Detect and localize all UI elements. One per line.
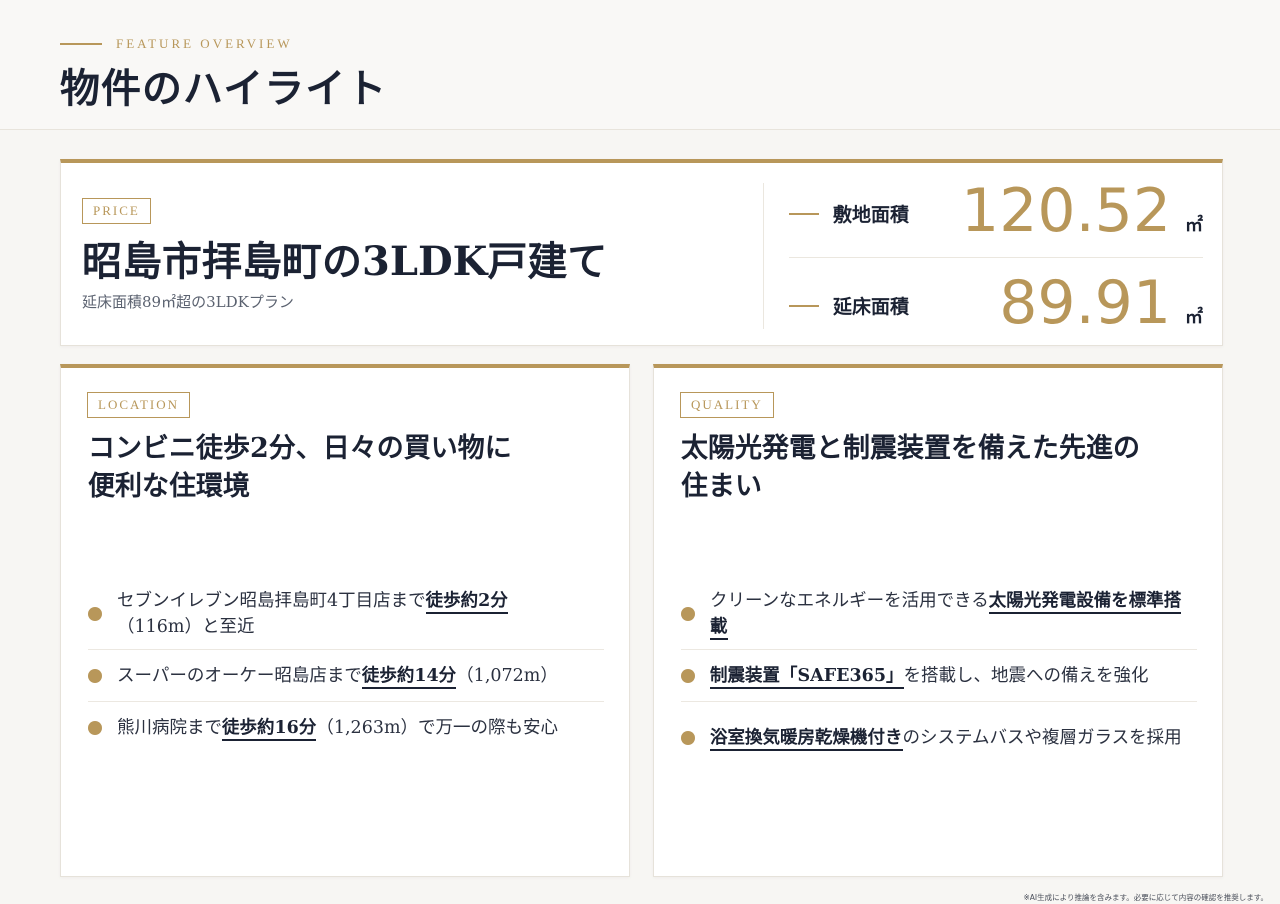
text-highlight: 制震装置「SAFE365」 — [710, 665, 904, 689]
text-post: を搭載し、地震への備えを強化 — [903, 665, 1149, 686]
list-item-text: 制震装置「SAFE365」を搭載し、地震への備えを強化 — [710, 663, 1149, 689]
page-header: FEATURE OVERVIEW 物件のハイライト — [0, 0, 1280, 130]
list-item: スーパーのオーケー昭島店まで徒歩約14分（1,072m） — [88, 650, 604, 702]
stat-site-area: 敷地面積 120.52 ㎡ — [789, 179, 1203, 253]
bullet-icon — [681, 668, 695, 683]
stat-dash — [789, 213, 819, 215]
price-card: PRICE 昭島市拝島町の3LDK戸建て 延床面積89㎡超の3LDKプラン 敷地… — [60, 159, 1223, 346]
bullet-icon — [88, 668, 102, 683]
list-item: セブンイレブン昭島拝島町4丁目店まで徒歩約2分 （116m）と至近 — [88, 578, 604, 650]
price-tag: PRICE — [82, 198, 151, 224]
eyebrow-rule — [60, 43, 102, 45]
text-highlight: 徒歩約14分 — [361, 665, 457, 689]
list-item-text: 熊川病院まで徒歩約16分（1,263m）で万一の際も安心 — [117, 715, 558, 741]
quality-card: QUALITY 太陽光発電と制震装置を備えた先進の 住まい クリーンなエネルギー… — [653, 364, 1223, 877]
stat-value: 89.91 — [999, 268, 1171, 338]
price-subtitle: 延床面積89㎡超の3LDKプラン — [82, 293, 294, 311]
stat-label: 延床面積 — [833, 296, 910, 318]
location-heading-line1: コンビニ徒歩2分、日々の買い物に — [88, 433, 512, 464]
list-item: 熊川病院まで徒歩約16分（1,263m）で万一の際も安心 — [88, 702, 604, 754]
list-item-text: クリーンなエネルギーを活用できる太陽光発電設備を標準搭載 — [710, 588, 1197, 640]
stat-unit: ㎡ — [1185, 215, 1203, 236]
bullet-icon — [88, 606, 102, 621]
stat-floor-area: 延床面積 89.91 ㎡ — [789, 271, 1203, 345]
text-post: のシステムバスや複層ガラスを採用 — [902, 728, 1182, 748]
location-card: LOCATION コンビニ徒歩2分、日々の買い物に 便利な住環境 セブンイレブン… — [60, 364, 630, 877]
text-post: （1,263m）で万一の際も安心 — [316, 718, 559, 738]
list-item-text: 浴室換気暖房乾燥機付きのシステムバスや複層ガラスを採用 — [710, 725, 1182, 751]
stat-unit: ㎡ — [1185, 307, 1203, 328]
list-item-text: スーパーのオーケー昭島店まで徒歩約14分（1,072m） — [117, 663, 558, 689]
text-pre: スーパーのオーケー昭島店まで — [117, 665, 362, 686]
list-item: 制震装置「SAFE365」を搭載し、地震への備えを強化 — [681, 650, 1197, 702]
stat-value: 120.52 — [961, 176, 1171, 246]
list-item: クリーンなエネルギーを活用できる太陽光発電設備を標準搭載 — [681, 578, 1197, 650]
bullet-icon — [681, 606, 695, 621]
disclaimer: ※AI生成により推論を含みます。必要に応じて内容の確認を推奨します。 — [1023, 893, 1268, 902]
stat-separator — [789, 257, 1203, 258]
text-highlight: 浴室換気暖房乾燥機付き — [710, 728, 903, 751]
text-post: （1,072m） — [456, 665, 558, 686]
location-tag: LOCATION — [87, 392, 190, 418]
eyebrow-text: FEATURE OVERVIEW — [116, 36, 293, 51]
page-title: 物件のハイライト — [60, 65, 388, 112]
text-highlight: 徒歩約16分 — [222, 718, 317, 741]
text-post: （116m）と至近 — [117, 616, 255, 637]
text-highlight: 徒歩約2分 — [425, 590, 508, 614]
quality-list: クリーンなエネルギーを活用できる太陽光発電設備を標準搭載 制震装置「SAFE36… — [681, 578, 1197, 774]
text-pre: クリーンなエネルギーを活用できる — [710, 590, 989, 611]
eyebrow: FEATURE OVERVIEW — [60, 36, 293, 52]
text-pre: 熊川病院まで — [117, 718, 222, 738]
text-pre: セブンイレブン昭島拝島町4丁目店まで — [117, 590, 426, 611]
list-item-text: セブンイレブン昭島拝島町4丁目店まで徒歩約2分 （116m）と至近 — [117, 588, 508, 640]
location-list: セブンイレブン昭島拝島町4丁目店まで徒歩約2分 （116m）と至近 スーパーのオー… — [88, 578, 604, 754]
location-heading-line2: 便利な住環境 — [88, 471, 250, 502]
quality-heading-line1: 太陽光発電と制震装置を備えた先進の — [681, 433, 1140, 464]
quality-tag: QUALITY — [680, 392, 774, 418]
bullet-icon — [88, 721, 102, 735]
quality-heading-line2: 住まい — [681, 471, 762, 502]
stat-label: 敷地面積 — [833, 204, 910, 226]
bullet-icon — [681, 731, 695, 745]
quality-heading: 太陽光発電と制震装置を備えた先進の 住まい — [681, 430, 1201, 506]
stat-dash — [789, 305, 819, 307]
vertical-divider — [763, 183, 764, 329]
list-item: 浴室換気暖房乾燥機付きのシステムバスや複層ガラスを採用 — [681, 702, 1197, 774]
location-heading: コンビニ徒歩2分、日々の買い物に 便利な住環境 — [88, 430, 608, 506]
price-title: 昭島市拝島町の3LDK戸建て — [82, 238, 608, 285]
